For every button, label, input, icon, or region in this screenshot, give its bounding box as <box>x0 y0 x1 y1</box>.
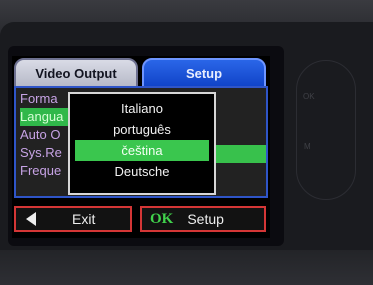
device-bottom-edge <box>0 250 373 285</box>
physical-menu-key[interactable]: M <box>304 142 311 151</box>
tab-video-output[interactable]: Video Output <box>14 58 138 88</box>
settings-item-auto-off[interactable]: Auto O <box>20 126 60 144</box>
tab-setup-label: Setup <box>185 65 223 81</box>
language-dropdown[interactable]: Italiano português čeština Deutsche <box>68 92 216 195</box>
language-option-portugues[interactable]: português <box>75 119 209 140</box>
physical-ok-key[interactable]: OK <box>303 92 315 101</box>
language-option-deutsche[interactable]: Deutsche <box>75 161 209 182</box>
settings-item-frequency[interactable]: Freque <box>20 162 61 180</box>
language-option-cestina[interactable]: čeština <box>75 140 209 161</box>
lcd-screen: Video Output Setup Forma Langua Auto O S… <box>12 56 270 238</box>
back-arrow-icon <box>26 212 36 226</box>
settings-item-format[interactable]: Forma <box>20 90 58 108</box>
exit-button-label: Exit <box>72 211 96 227</box>
settings-item-sys-reset[interactable]: Sys.Re <box>20 144 62 162</box>
physical-control-ring <box>296 60 356 200</box>
ok-key-glyph: OK <box>150 210 174 227</box>
bottom-action-bar: Exit OK Setup <box>14 206 268 234</box>
ok-button-label: Setup <box>187 211 224 227</box>
tab-setup[interactable]: Setup <box>142 58 266 88</box>
settings-item-language[interactable]: Langua <box>20 108 70 126</box>
language-option-italiano[interactable]: Italiano <box>75 98 209 119</box>
exit-button[interactable]: Exit <box>14 206 132 232</box>
tab-video-output-label: Video Output <box>35 65 117 81</box>
ok-setup-button[interactable]: OK Setup <box>140 206 266 232</box>
